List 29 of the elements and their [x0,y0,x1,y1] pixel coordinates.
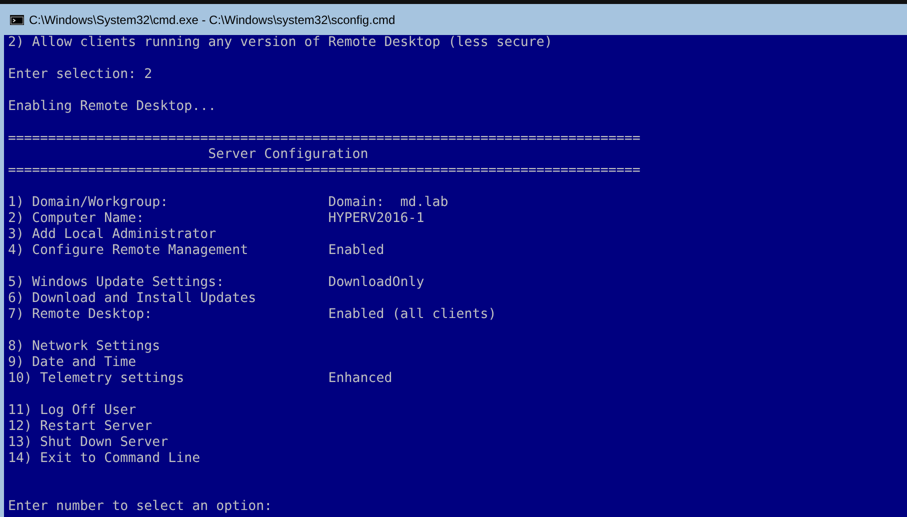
menu-option: 4) Configure Remote Management [8,243,328,259]
option-status: Domain: md.lab [328,195,448,211]
option-status: Enabled [328,243,384,259]
menu-option: 6) Download and Install Updates [8,291,328,307]
menu-option: 12) Restart Server [8,419,328,435]
separator-line: =============================================================================== [8,163,640,179]
option-status: Enabled (all clients) [328,307,496,323]
console-text: Enabling Remote Desktop... [8,99,216,115]
option-status: HYPERV2016-1 [328,211,424,227]
menu-option: 10) Telemetry settings [8,371,328,387]
terminal-icon [10,14,24,24]
menu-option: 5) Windows Update Settings: [8,275,328,291]
menu-option: 14) Exit to Command Line [8,451,328,467]
menu-option: 13) Shut Down Server [8,435,328,451]
console-text: 2) Allow clients running any version of Remote Desktop (less secure) [8,35,552,51]
menu-option: 8) Network Settings [8,339,328,355]
separator-line: =============================================================================== [8,131,640,147]
input-prompt: Enter number to select an option: [8,499,272,515]
menu-option: 2) Computer Name: [8,211,328,227]
menu-option: 9) Date and Time [8,355,328,371]
option-status: Enhanced [328,371,392,387]
window-title: C:\Windows\System32\cmd.exe - C:\Windows\system32\sconfig.cmd [29,12,396,26]
menu-option: 7) Remote Desktop: [8,307,328,323]
menu-option: 1) Domain/Workgroup: [8,195,328,211]
console-text: Enter selection: 2 [8,67,152,83]
menu-heading: Server Configuration [208,147,368,163]
menu-option: 3) Add Local Administrator [8,227,328,243]
menu-option: 11) Log Off User [8,403,328,419]
option-status: DownloadOnly [328,275,424,291]
